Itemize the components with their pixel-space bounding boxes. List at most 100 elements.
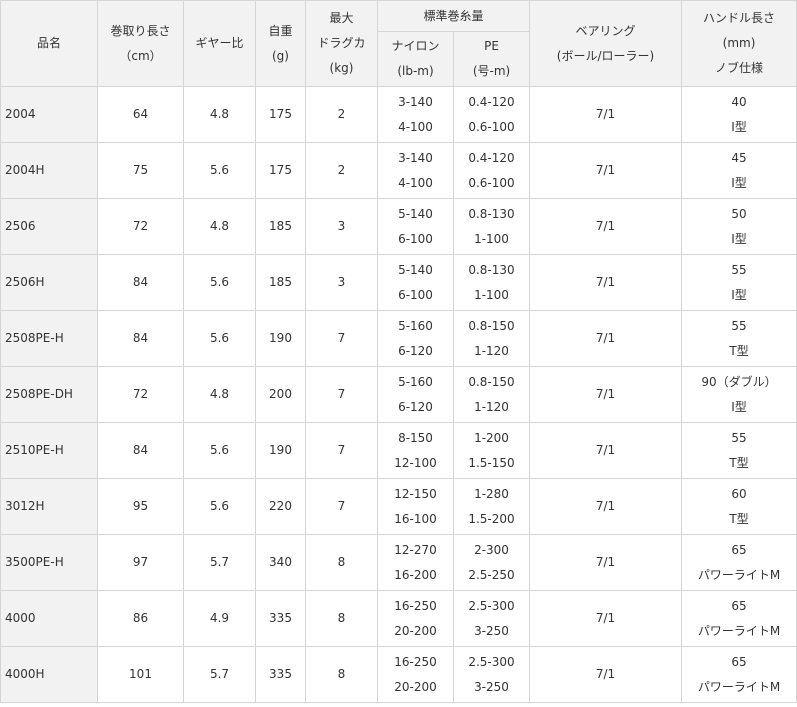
cell-gear: 4.8 xyxy=(183,366,256,423)
table-row: 3500PE-H 97 5.7 340 8 12-270 16-200 2-30… xyxy=(0,534,797,591)
header-drag-unit: (kg) xyxy=(329,61,354,75)
cell-nylon: 12-150 16-100 xyxy=(377,478,454,535)
cell-gear: 5.6 xyxy=(183,310,256,367)
cell-drag: 8 xyxy=(305,590,378,647)
cell-bearing: 7/1 xyxy=(529,198,683,255)
header-weight-line: 自重 xyxy=(268,23,293,38)
cell-handle: 90（ダブル） I型 xyxy=(681,366,797,423)
cell-gear: 4.8 xyxy=(183,86,256,143)
cell-bearing: 7/1 xyxy=(529,534,683,591)
cell-nylon-line2: 6-120 xyxy=(398,399,433,414)
cell-name: 3500PE-H xyxy=(0,534,98,591)
header-handle-line2: (mm) xyxy=(722,36,756,50)
cell-name: 2508PE-DH xyxy=(0,366,98,423)
cell-weight: 175 xyxy=(255,86,306,143)
header-pe-line: PE xyxy=(484,39,499,53)
spec-table: 品名 巻取り長さ （cm） ギヤー比 自重 (g) 最大 ドラグカ (kg) 標… xyxy=(0,0,797,703)
cell-pe-line1: 0.8-130 xyxy=(468,206,515,221)
cell-nylon-line1: 5-160 xyxy=(398,374,433,389)
table-row: 2004H 75 5.6 175 2 3-140 4-100 0.4-120 0… xyxy=(0,142,797,199)
header-gear: ギヤー比 xyxy=(183,0,256,87)
cell-pe: 2.5-300 3-250 xyxy=(452,590,531,647)
cell-nylon: 5-140 6-100 xyxy=(377,254,454,311)
cell-weight: 185 xyxy=(255,254,306,311)
cell-handle-length: 60 xyxy=(731,486,747,501)
cell-drag: 8 xyxy=(305,646,378,703)
cell-nylon-line1: 3-140 xyxy=(398,150,433,165)
cell-nylon-line2: 20-200 xyxy=(394,679,437,694)
header-nylon: ナイロン (lb-m) xyxy=(377,31,454,87)
cell-retrieve: 72 xyxy=(97,198,184,255)
cell-retrieve: 101 xyxy=(97,646,184,703)
cell-gear: 5.7 xyxy=(183,534,256,591)
cell-retrieve: 84 xyxy=(97,310,184,367)
cell-handle-knob: I型 xyxy=(731,175,747,190)
cell-pe-line1: 1-200 xyxy=(474,430,509,445)
cell-name: 3012H xyxy=(0,478,98,535)
cell-gear: 5.6 xyxy=(183,142,256,199)
cell-nylon: 5-140 6-100 xyxy=(377,198,454,255)
header-nylon-line: ナイロン xyxy=(391,39,440,53)
cell-nylon-line2: 16-100 xyxy=(394,511,437,526)
cell-handle: 45 I型 xyxy=(681,142,797,199)
header-bearing-unit: (ボール/ローラー) xyxy=(556,48,655,63)
cell-handle: 65 パワーライトM xyxy=(681,534,797,591)
header-name: 品名 xyxy=(0,0,98,87)
cell-nylon-line1: 5-140 xyxy=(398,262,433,277)
header-bearing: ベアリング (ボール/ローラー) xyxy=(529,0,683,87)
cell-nylon: 12-270 16-200 xyxy=(377,534,454,591)
cell-handle: 65 パワーライトM xyxy=(681,590,797,647)
header-drag-line2: ドラグカ xyxy=(317,36,366,50)
cell-drag: 3 xyxy=(305,254,378,311)
cell-gear: 4.9 xyxy=(183,590,256,647)
cell-drag: 2 xyxy=(305,142,378,199)
cell-bearing: 7/1 xyxy=(529,646,683,703)
cell-pe-line1: 0.8-150 xyxy=(468,318,515,333)
cell-bearing: 7/1 xyxy=(529,422,683,479)
cell-handle-knob: T型 xyxy=(729,511,749,526)
cell-handle-knob: パワーライトM xyxy=(697,623,781,638)
cell-handle-length: 65 xyxy=(731,654,747,669)
cell-bearing: 7/1 xyxy=(529,86,683,143)
cell-pe-line2: 1.5-150 xyxy=(468,455,515,470)
cell-bearing: 7/1 xyxy=(529,254,683,311)
cell-gear: 5.6 xyxy=(183,254,256,311)
cell-retrieve: 84 xyxy=(97,422,184,479)
cell-pe: 0.8-150 1-120 xyxy=(452,310,531,367)
header-drag-line1: 最大 xyxy=(329,11,354,25)
header-handle-line1: ハンドル長さ xyxy=(703,11,776,25)
cell-handle-knob: パワーライトM xyxy=(697,567,781,582)
cell-handle: 50 I型 xyxy=(681,198,797,255)
cell-nylon: 8-150 12-100 xyxy=(377,422,454,479)
cell-pe-line1: 0.8-130 xyxy=(468,262,515,277)
cell-drag: 8 xyxy=(305,534,378,591)
cell-handle: 40 I型 xyxy=(681,86,797,143)
cell-handle-knob: T型 xyxy=(729,343,749,358)
table-row: 2506H 84 5.6 185 3 5-140 6-100 0.8-130 1… xyxy=(0,254,797,311)
cell-handle: 55 T型 xyxy=(681,310,797,367)
cell-pe-line1: 0.4-120 xyxy=(468,94,515,109)
cell-handle-knob: I型 xyxy=(731,287,747,302)
cell-retrieve: 75 xyxy=(97,142,184,199)
cell-weight: 335 xyxy=(255,646,306,703)
cell-pe-line1: 0.4-120 xyxy=(468,150,515,165)
cell-handle-length: 65 xyxy=(731,542,747,557)
table-body: 2004 64 4.8 175 2 3-140 4-100 0.4-120 0.… xyxy=(0,86,797,703)
cell-gear: 5.6 xyxy=(183,478,256,535)
cell-pe-line2: 1-100 xyxy=(474,287,509,302)
cell-handle-length: 50 xyxy=(731,206,747,221)
cell-pe: 0.8-150 1-120 xyxy=(452,366,531,423)
cell-pe-line1: 1-280 xyxy=(474,486,509,501)
header-weight-unit: (g) xyxy=(272,48,289,63)
cell-drag: 7 xyxy=(305,366,378,423)
cell-pe-line2: 0.6-100 xyxy=(468,119,515,134)
cell-nylon-line1: 16-250 xyxy=(394,654,437,669)
cell-name: 4000 xyxy=(0,590,98,647)
cell-handle-knob: I型 xyxy=(731,399,747,414)
cell-pe-line2: 2.5-250 xyxy=(468,567,515,582)
cell-handle-knob: I型 xyxy=(731,119,747,134)
cell-pe: 0.8-130 1-100 xyxy=(452,198,531,255)
cell-nylon: 16-250 20-200 xyxy=(377,590,454,647)
cell-pe-line2: 1-120 xyxy=(474,399,509,414)
header-drag: 最大 ドラグカ (kg) xyxy=(305,0,378,87)
